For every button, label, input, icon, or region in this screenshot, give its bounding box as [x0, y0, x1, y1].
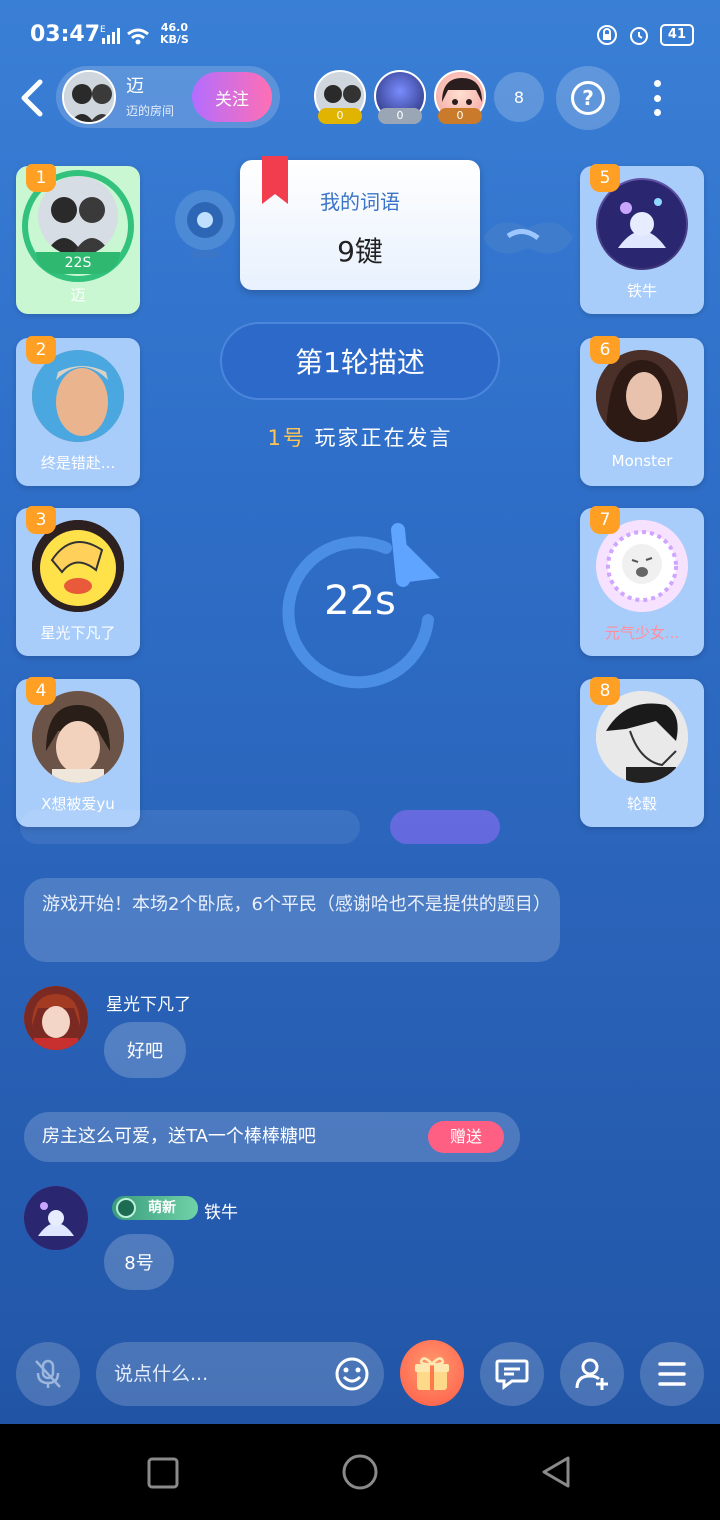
send-gift-button[interactable]: 赠送 — [428, 1121, 504, 1153]
seat-number: 2 — [26, 336, 56, 364]
seat-8[interactable]: 8 轮毂 — [580, 677, 704, 827]
gift-button[interactable] — [400, 1340, 464, 1406]
speed-unit: KB/S — [160, 33, 189, 46]
my-word-card: 我的词语 9键 — [240, 156, 480, 290]
mic-off-button[interactable] — [16, 1342, 80, 1406]
menu-button[interactable] — [640, 1342, 704, 1406]
seat-name: 元气少女... — [604, 624, 680, 642]
word-value: 9键 — [337, 235, 383, 268]
viewer-badge-3: 0 — [438, 108, 482, 124]
gift-icon — [415, 1357, 449, 1390]
back-button[interactable] — [16, 78, 52, 118]
question-icon: ? — [571, 81, 605, 115]
battery-indicator: 41 — [659, 24, 694, 46]
home-icon[interactable] — [340, 1452, 380, 1492]
seat-number: 7 — [590, 506, 620, 534]
follow-button[interactable]: 关注 — [192, 72, 272, 122]
mic-off-icon — [35, 1359, 61, 1388]
chat-fade-decoration — [20, 810, 500, 844]
recent-apps-icon[interactable] — [146, 1456, 180, 1490]
dot-icon — [653, 80, 661, 87]
svg-text:E: E — [100, 25, 106, 35]
seat-name: 轮毂 — [626, 795, 657, 813]
seat-number: 3 — [26, 506, 56, 534]
chat-bubble-icon — [495, 1359, 529, 1390]
add-friend-button[interactable] — [560, 1342, 624, 1406]
owner-avatar[interactable] — [62, 70, 116, 124]
seat-name: 终是错赴... — [40, 454, 116, 472]
emoji-icon[interactable] — [334, 1356, 370, 1392]
seat-1[interactable]: 22S 1 迈 — [16, 164, 140, 314]
alarm-icon — [629, 27, 648, 45]
lock-icon — [596, 25, 617, 45]
round-indicator: 第1轮描述 — [220, 322, 500, 400]
badge-label: 萌新 — [148, 1200, 176, 1216]
chat-bubble: 8号 — [104, 1234, 174, 1290]
camera-decoration — [175, 190, 235, 258]
newbie-badge: 萌新 — [112, 1196, 198, 1220]
status-icons: 41 — [596, 24, 694, 46]
gift-prompt-text: 房主这么可爱，送TA一个棒棒糖吧 — [42, 1126, 316, 1147]
seat-name: 迈 — [70, 286, 86, 304]
chat-avatar[interactable] — [24, 1186, 88, 1250]
chat-input-container — [96, 1342, 384, 1406]
speaking-text: 玩家正在发言 — [314, 426, 453, 450]
badge-icon — [116, 1198, 136, 1218]
system-navigation-bar — [0, 1424, 720, 1520]
seat-number: 5 — [590, 164, 620, 192]
back-nav-icon[interactable] — [538, 1454, 574, 1490]
viewer-badge-2: 0 — [378, 108, 422, 124]
seat-name: 星光下凡了 — [40, 624, 116, 642]
more-options-button[interactable] — [640, 76, 674, 120]
round-label: 第1轮描述 — [295, 346, 425, 379]
viewer-count[interactable]: 8 — [494, 72, 544, 122]
seat-7[interactable]: 7 元气少女... — [580, 506, 704, 656]
speaking-status: 1号 玩家正在发言 — [200, 422, 520, 452]
seat-4[interactable]: 4 X想被爱yu — [16, 677, 140, 827]
seat-5[interactable]: 5 铁牛 — [580, 164, 704, 314]
speaking-player-number: 1号 — [267, 426, 306, 450]
countdown-timer: 22s — [324, 578, 396, 624]
word-title: 我的词语 — [320, 190, 400, 214]
glasses-decoration — [483, 222, 573, 254]
seat-name: Monster — [611, 452, 673, 470]
seat-number: 6 — [590, 336, 620, 364]
seat-timer: 22S — [36, 252, 120, 274]
signal-icon: E — [100, 24, 156, 50]
chevron-left-icon — [21, 79, 43, 117]
owner-room-label: 迈的房间 — [126, 104, 175, 118]
seat-name: 铁牛 — [626, 282, 657, 300]
chat-input[interactable] — [114, 1356, 334, 1392]
seat-3[interactable]: 3 星光下凡了 — [16, 506, 140, 656]
network-speed: 46.0 KB/S — [160, 22, 189, 46]
seat-number: 1 — [26, 164, 56, 192]
add-user-icon — [575, 1358, 608, 1390]
message-button[interactable] — [480, 1342, 544, 1406]
menu-icon — [658, 1362, 686, 1386]
help-button[interactable]: ? — [556, 66, 620, 130]
chat-avatar[interactable] — [24, 986, 88, 1050]
seat-6[interactable]: 6 Monster — [580, 336, 704, 486]
chat-sender-name: 星光下凡了 — [106, 995, 191, 1015]
dot-icon — [653, 94, 661, 102]
system-message: 游戏开始！本场2个卧底，6个平民（感谢哈也不是提供的题目） — [24, 878, 560, 962]
chat-bubble: 好吧 — [104, 1022, 186, 1078]
seat-2[interactable]: 2 终是错赴... — [16, 336, 140, 486]
seat-number: 8 — [590, 677, 620, 705]
seat-number: 4 — [26, 677, 56, 705]
chat-sender-name: 铁牛 — [204, 1203, 238, 1223]
dot-icon — [653, 109, 661, 116]
viewer-badge-1: 0 — [318, 108, 362, 124]
status-time: 03:47 — [30, 22, 101, 47]
owner-name: 迈 — [126, 76, 144, 97]
